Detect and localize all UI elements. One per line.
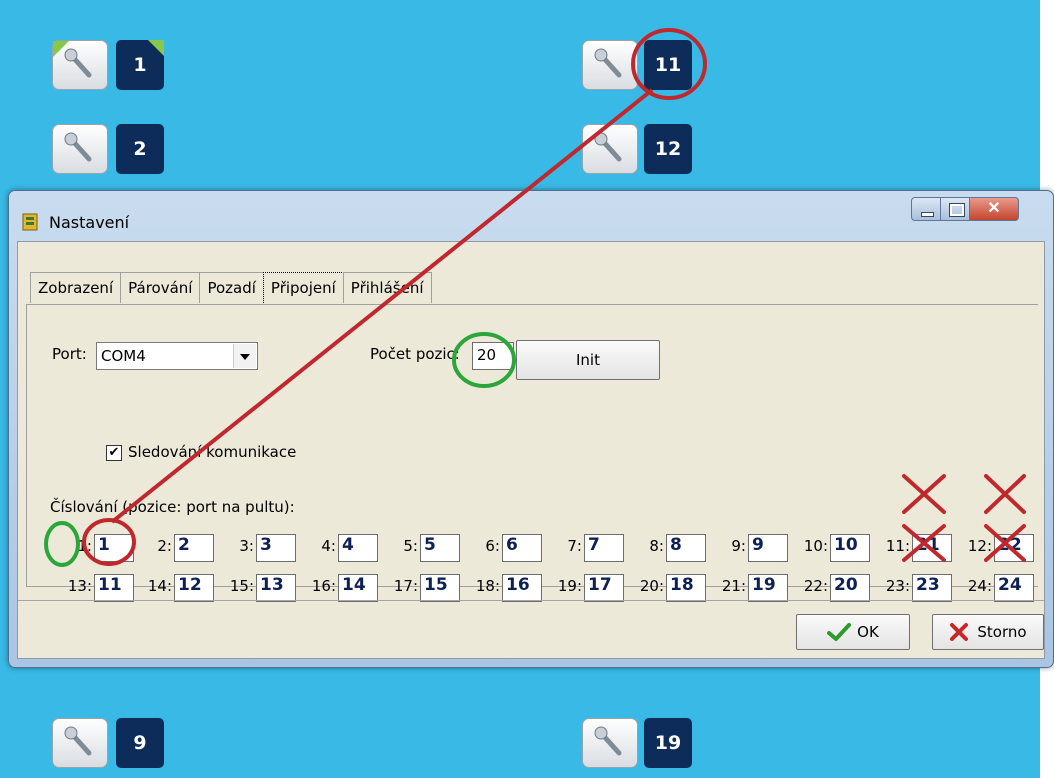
port-label: Port: (52, 345, 87, 363)
position-index: 24: (967, 577, 992, 595)
port-input[interactable]: 16 (502, 574, 542, 602)
port-input[interactable]: 14 (338, 574, 378, 602)
tab-pozadi[interactable]: Pozadí (199, 272, 264, 303)
position-index: 14: (147, 577, 172, 595)
port-input[interactable]: 22 (994, 534, 1034, 562)
position-label: 9 (133, 732, 147, 754)
position-index: 20: (639, 577, 664, 595)
ok-button[interactable]: OK (796, 614, 910, 650)
port-select[interactable]: COM4 (96, 342, 258, 370)
port-input[interactable]: 3 (256, 534, 296, 562)
cancel-label: Storno (977, 623, 1027, 641)
port-input[interactable]: 21 (912, 534, 952, 562)
numbering-label: Číslování (pozice: port na pultu): (50, 498, 295, 516)
position-number[interactable]: 11 (644, 40, 692, 90)
tracking-label: Sledování komunikace (128, 443, 297, 461)
position-number[interactable]: 19 (644, 718, 692, 768)
position-index: 4: (321, 537, 336, 555)
position-label: 19 (654, 732, 682, 754)
port-input[interactable]: 20 (830, 574, 870, 602)
position-number[interactable]: 1 (116, 40, 164, 90)
port-input[interactable]: 11 (94, 574, 134, 602)
position-number[interactable]: 9 (116, 718, 164, 768)
microphone-icon[interactable] (582, 718, 638, 768)
position-label: 1 (133, 54, 147, 76)
position-index: 17: (393, 577, 418, 595)
close-button[interactable]: ✕ (969, 197, 1019, 221)
port-value: COM4 (101, 347, 146, 365)
port-input[interactable]: 17 (584, 574, 624, 602)
port-input[interactable]: 12 (174, 574, 214, 602)
position-index: 6: (485, 537, 500, 555)
position-index: 21: (721, 577, 746, 595)
port-input[interactable]: 6 (502, 534, 542, 562)
init-button[interactable]: Init (516, 340, 660, 380)
port-input[interactable]: 24 (994, 574, 1034, 602)
title-bar[interactable]: Nastavení ✕ (9, 191, 1053, 239)
position-index: 11: (885, 537, 910, 555)
position-index: 8: (649, 537, 664, 555)
app-icon (22, 213, 38, 231)
position-index: 2: (157, 537, 172, 555)
checkmark-icon (827, 623, 852, 641)
port-input[interactable]: 19 (748, 574, 788, 602)
port-input[interactable]: 15 (420, 574, 460, 602)
position-index: 12: (967, 537, 992, 555)
microphone-icon[interactable] (582, 40, 638, 90)
position-index: 1: (77, 537, 92, 555)
count-input[interactable]: 20 (472, 342, 514, 370)
port-input[interactable]: 7 (584, 534, 624, 562)
port-input[interactable]: 1 (94, 534, 134, 562)
tracking-checkbox[interactable]: ✔ (106, 445, 122, 461)
position-index: 9: (731, 537, 746, 555)
tab-pripojeni[interactable]: Připojení (262, 272, 344, 303)
tab-parovani[interactable]: Párování (120, 272, 201, 303)
position-label: 12 (654, 138, 682, 160)
port-input[interactable]: 10 (830, 534, 870, 562)
tab-strip: Zobrazení Párování Pozadí Připojení Přih… (30, 272, 432, 304)
count-label: Počet pozic: (370, 345, 460, 363)
tab-prihlaseni[interactable]: Přihlášení (342, 272, 432, 303)
position-number[interactable]: 2 (116, 124, 164, 174)
microphone-icon[interactable] (52, 40, 108, 90)
x-icon (950, 623, 969, 641)
port-input[interactable]: 13 (256, 574, 296, 602)
position-index: 16: (311, 577, 336, 595)
port-input[interactable]: 5 (420, 534, 460, 562)
position-index: 15: (229, 577, 254, 595)
position-index: 23: (885, 577, 910, 595)
window-title: Nastavení (49, 213, 130, 232)
microphone-icon[interactable] (52, 718, 108, 768)
position-number[interactable]: 12 (644, 124, 692, 174)
maximize-button[interactable] (940, 197, 970, 221)
port-input[interactable]: 4 (338, 534, 378, 562)
microphone-icon[interactable] (52, 124, 108, 174)
port-input[interactable]: 2 (174, 534, 214, 562)
microphone-icon[interactable] (582, 124, 638, 174)
position-index: 3: (239, 537, 254, 555)
minimize-button[interactable] (911, 197, 941, 221)
position-index: 10: (803, 537, 828, 555)
tab-zobrazeni[interactable]: Zobrazení (30, 272, 122, 303)
close-icon: ✕ (987, 200, 1001, 217)
chevron-down-icon[interactable] (233, 344, 256, 368)
position-index: 7: (567, 537, 582, 555)
footer-divider (18, 600, 1044, 601)
port-input[interactable]: 18 (666, 574, 706, 602)
position-label: 2 (133, 138, 147, 160)
port-input[interactable]: 8 (666, 534, 706, 562)
position-index: 5: (403, 537, 418, 555)
cancel-button[interactable]: Storno (932, 614, 1044, 650)
position-index: 13: (67, 577, 92, 595)
port-input[interactable]: 9 (748, 534, 788, 562)
dialog-client-area: Zobrazení Párování Pozadí Připojení Přih… (17, 241, 1045, 659)
position-label: 11 (654, 54, 682, 76)
position-index: 18: (475, 577, 500, 595)
ok-label: OK (857, 623, 879, 641)
position-index: 22: (803, 577, 828, 595)
settings-dialog: Nastavení ✕ Zobrazení Párování Pozadí Př… (8, 190, 1054, 668)
port-input[interactable]: 23 (912, 574, 952, 602)
position-index: 19: (557, 577, 582, 595)
